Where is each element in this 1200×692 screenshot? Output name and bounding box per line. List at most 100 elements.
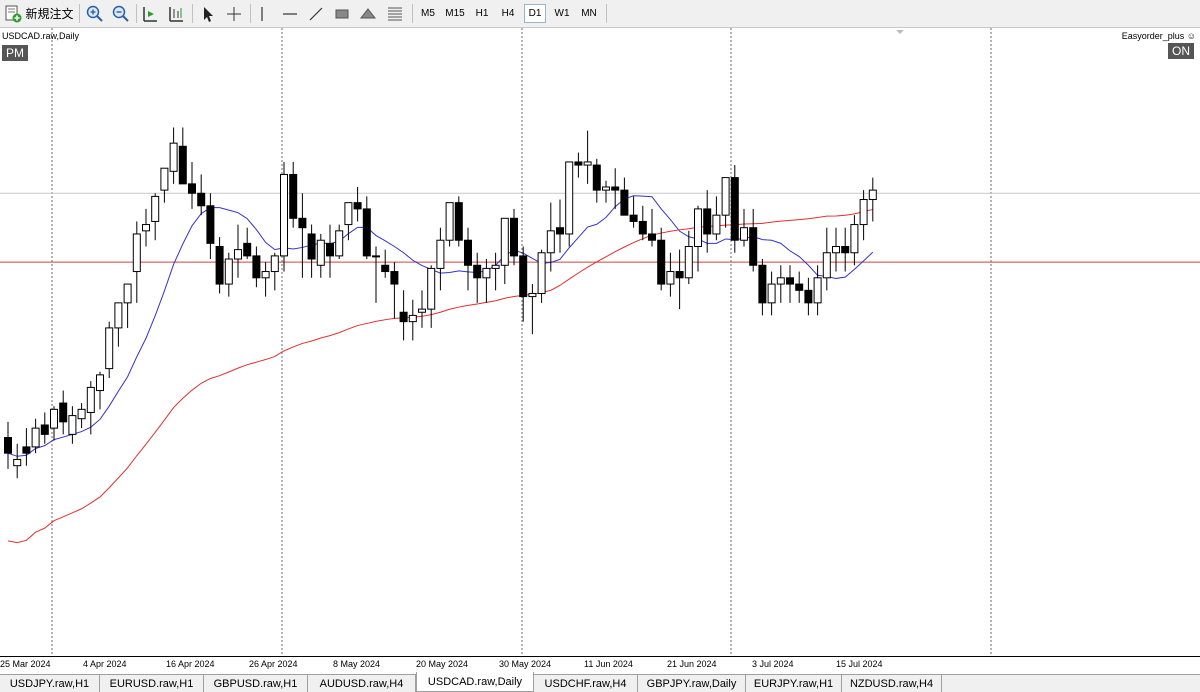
bullish-candle (602, 186, 610, 191)
toolbar-separator (136, 4, 137, 23)
bullish-candle (132, 233, 141, 273)
tab-usdjpy[interactable]: USDJPY.raw,H1 (0, 675, 100, 692)
bearish-candle (22, 446, 31, 454)
tab-eurusd[interactable]: EURUSD.raw,H1 (100, 675, 204, 692)
vertical-line-button[interactable] (252, 3, 272, 24)
zoom-out-button[interactable] (111, 3, 131, 24)
cursor-icon (204, 6, 213, 22)
tab-eurjpy[interactable]: EURJPY.raw,H1 (746, 675, 842, 692)
chart-symbol-label: USDCAD.raw,Daily (2, 31, 80, 41)
bullish-candle (832, 245, 840, 254)
x-tick-label: 16 Apr 2024 (166, 659, 215, 669)
bullish-candle (335, 230, 344, 257)
bullish-candle (261, 271, 270, 279)
bullish-candle (546, 230, 555, 254)
bullish-candle (482, 267, 491, 279)
bearish-candle (188, 183, 196, 194)
bullish-candle (270, 255, 279, 273)
bullish-candle (50, 408, 58, 429)
triangle-button[interactable] (358, 3, 378, 24)
tab-gbpjpy[interactable]: GBPJPY.raw,Daily (638, 675, 746, 692)
bearish-candle (629, 214, 638, 222)
tab-audusd[interactable]: AUDUSD.raw,H4 (308, 675, 416, 692)
tab-usdchf[interactable]: USDCHF.raw,H4 (534, 675, 638, 692)
tab-usdcad[interactable]: USDCAD.raw,Daily (416, 672, 534, 692)
timeframe-h1[interactable]: H1 (470, 4, 494, 23)
price-chart[interactable] (0, 28, 1200, 656)
new-order-button[interactable]: 新規注文 (3, 3, 75, 24)
x-tick-label: 3 Jul 2024 (752, 659, 794, 669)
bullish-candle (583, 161, 592, 166)
bearish-candle (243, 242, 252, 257)
toolbar-separator (250, 4, 251, 23)
bullish-candle (776, 277, 785, 285)
bearish-candle (841, 245, 850, 254)
x-tick-label: 15 Jul 2024 (836, 659, 883, 669)
bearish-candle (399, 311, 408, 323)
bearish-candle (657, 239, 666, 285)
bearish-candle (519, 255, 528, 298)
vertical-line-icon (261, 6, 263, 21)
bearish-candle (648, 233, 656, 241)
bullish-candle (142, 224, 150, 232)
bearish-candle (298, 217, 307, 229)
tab-nzdusd[interactable]: NZDUSD.raw,H4 (842, 675, 942, 692)
bearish-candle (353, 202, 362, 210)
bullish-candle (537, 252, 546, 294)
bullish-candle (712, 214, 721, 235)
bearish-candle (510, 217, 518, 257)
bearish-candle (454, 202, 463, 241)
timeframe-h4[interactable]: H4 (496, 4, 520, 23)
toolbar-separator (192, 4, 193, 23)
timeframe-mn[interactable]: MN (576, 4, 602, 23)
bullish-candle (31, 427, 40, 448)
toolbar-separator (79, 4, 80, 23)
fibonacci-icon (388, 7, 402, 20)
candlestick-chart-svg (0, 28, 1200, 656)
bullish-candle (372, 255, 380, 258)
bullish-candle (234, 249, 242, 260)
zoom-out-icon (112, 5, 129, 22)
bullish-candle (694, 208, 702, 247)
bullish-candle (418, 308, 426, 313)
bearish-candle (326, 242, 334, 257)
timeframe-w1[interactable]: W1 (550, 4, 574, 23)
toolbar: 新規注文 M5 M15 H1 H4 D1 W1 MN (0, 0, 1200, 28)
bearish-candle (638, 220, 647, 235)
bearish-candle (307, 233, 316, 260)
expert-on-badge[interactable]: ON (1168, 43, 1194, 59)
timeframe-d1[interactable]: D1 (524, 4, 546, 23)
rectangle-button[interactable] (332, 3, 352, 24)
horizontal-line-button[interactable] (280, 3, 300, 24)
chart-shift-icon (143, 6, 157, 22)
trend-line-icon (309, 7, 323, 20)
fibonacci-button[interactable] (384, 3, 406, 24)
timeframe-m15[interactable]: M15 (442, 4, 468, 23)
triangle-icon (359, 7, 377, 18)
bullish-candle (740, 227, 748, 241)
bearish-candle (197, 192, 206, 207)
trend-line-button[interactable] (306, 3, 326, 24)
bearish-candle (749, 227, 758, 266)
bullish-candle (666, 271, 675, 285)
toolbar-separator (606, 4, 607, 23)
x-tick-label: 4 Apr 2024 (83, 659, 127, 669)
new-order-label: 新規注文 (25, 7, 74, 21)
zoom-in-button[interactable] (85, 3, 105, 24)
auto-scroll-button[interactable] (166, 3, 186, 24)
timeframe-m5[interactable]: M5 (416, 4, 440, 23)
bullish-candle (160, 167, 169, 191)
bullish-candle (316, 239, 325, 266)
chart-shift-button[interactable] (140, 3, 160, 24)
bearish-candle (381, 264, 390, 273)
cursor-button[interactable] (198, 3, 218, 24)
bullish-candle (684, 245, 693, 279)
x-tick-label: 11 Jun 2024 (584, 659, 633, 669)
bullish-candle (344, 202, 353, 226)
bearish-candle (786, 277, 794, 285)
tab-gbpusd[interactable]: GBPUSD.raw,H1 (204, 675, 308, 692)
x-tick-label: 8 May 2024 (333, 659, 381, 669)
bearish-candle (703, 208, 712, 235)
crosshair-button[interactable] (224, 3, 244, 24)
bullish-candle (13, 458, 22, 467)
